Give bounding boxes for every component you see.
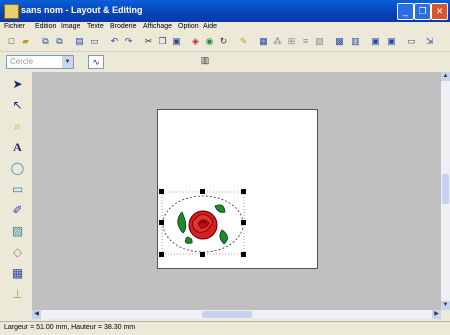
text-tool-icon[interactable]: A (8, 138, 27, 157)
horizontal-scrollbar[interactable]: ◀ ▶ (32, 310, 441, 319)
stitch-icon[interactable]: ▣ (370, 36, 381, 47)
open-icon[interactable]: ▰ (20, 36, 31, 47)
close-button[interactable]: ✕ (431, 3, 448, 20)
vertical-scroll-thumb[interactable] (442, 174, 449, 204)
select-arrow-icon[interactable]: ➤ (8, 75, 27, 94)
undo-icon[interactable]: ↶ (109, 36, 120, 47)
save-icon[interactable]: ▤ (74, 36, 85, 47)
stitch-tool-icon[interactable]: ▦ (8, 264, 27, 283)
curve-icon[interactable]: ∿ (88, 55, 104, 69)
path-tool-icon[interactable]: ✐ (8, 201, 27, 220)
status-dimensions: Largeur = 51.00 mm, Hauteur = 38.30 mm (4, 324, 136, 331)
restore-button[interactable]: ❐ (414, 3, 431, 20)
shape-combo-value: Cercle (10, 57, 34, 66)
card-icon[interactable]: ▭ (406, 36, 417, 47)
status-bar: Largeur = 51.00 mm, Hauteur = 38.30 mm (0, 321, 450, 335)
rectangle-tool-icon[interactable]: ▭ (8, 180, 27, 199)
menu-option[interactable]: Option (178, 23, 199, 30)
handle-ml[interactable] (159, 220, 164, 225)
menu-affichage[interactable]: Affichage (143, 23, 172, 30)
handle-br[interactable] (241, 252, 246, 257)
shape-combo[interactable]: Cercle ▼ (6, 55, 74, 69)
stamp-tool-icon[interactable]: ⊥ (8, 285, 27, 304)
paste2-icon[interactable]: ▣ (171, 36, 182, 47)
layout-icon[interactable]: ▥ (350, 36, 361, 47)
print-icon[interactable]: ▭ (89, 36, 100, 47)
menu-broderie[interactable]: Broderie (110, 23, 136, 30)
handle-bm[interactable] (200, 252, 205, 257)
distribute-icon[interactable]: ≡ (300, 36, 311, 47)
chevron-down-icon[interactable]: ▼ (62, 56, 73, 68)
scroll-up-icon[interactable]: ▲ (441, 72, 450, 81)
vertical-scrollbar[interactable]: ▲ ▼ (441, 72, 450, 310)
grid-icon[interactable]: ⊞ (286, 36, 297, 47)
window-title: sans nom - Layout & Editing (21, 5, 143, 15)
minimize-button[interactable]: _ (397, 3, 414, 20)
pattern-icon[interactable]: ⁂ (272, 36, 283, 47)
tool-palette: ➤ ↖ ⌕ A ◯ ▭ ✐ ▨ ◇ ▦ ⊥ (0, 72, 32, 322)
monitor-icon[interactable]: ▣ (386, 36, 397, 47)
shape-toolbar: Cercle ▼ ∿ ▥ (0, 52, 450, 70)
paste-icon[interactable]: ⧉ (54, 36, 65, 47)
magic-icon[interactable]: ✎ (238, 36, 249, 47)
handle-tr[interactable] (241, 189, 246, 194)
shape-tool-icon[interactable]: ◯ (8, 159, 27, 178)
handle-mr[interactable] (241, 220, 246, 225)
fill-tool-icon[interactable]: ▨ (8, 222, 27, 241)
horizontal-scroll-thumb[interactable] (202, 311, 252, 318)
main-toolbar: □ ▰ ⧉ ⧉ ▤ ▭ ↶ ↷ ✂ ❐ ▣ ◈ ◉ ↻ ✎ ▦ ⁂ ⊞ ≡ ▧ … (0, 33, 450, 52)
copy-icon[interactable]: ⧉ (40, 36, 51, 47)
cut-icon[interactable]: ✂ (143, 36, 154, 47)
menu-texte[interactable]: Texte (87, 23, 104, 30)
copy2-icon[interactable]: ❐ (157, 36, 168, 47)
display-icon[interactable]: ▩ (334, 36, 345, 47)
handle-tl[interactable] (159, 189, 164, 194)
menu-aide[interactable]: Aide (203, 23, 217, 30)
send-icon[interactable]: ⇲ (424, 36, 435, 47)
menu-image[interactable]: Image (61, 23, 80, 30)
selection-overlay (159, 189, 246, 257)
point-edit-icon[interactable]: ↖ (8, 96, 27, 115)
zoom-tool-icon[interactable]: ⌕ (8, 117, 27, 136)
preview-icon[interactable]: ▧ (314, 36, 325, 47)
scroll-right-icon[interactable]: ▶ (432, 310, 441, 319)
stitch-pattern-icon[interactable]: ▥ (198, 55, 212, 67)
app-icon (4, 4, 19, 19)
zoom-icon[interactable]: ◉ (204, 36, 215, 47)
title-bar[interactable]: sans nom - Layout & Editing _ ❐ ✕ (0, 0, 450, 22)
menu-bar: Fichier Edition Image Texte Broderie Aff… (0, 22, 450, 33)
menu-edition[interactable]: Edition (35, 23, 56, 30)
menu-fichier[interactable]: Fichier (4, 23, 25, 30)
handle-tm[interactable] (200, 189, 205, 194)
new-icon[interactable]: □ (6, 36, 17, 47)
refresh-icon[interactable]: ↻ (218, 36, 229, 47)
box-icon[interactable]: ▦ (258, 36, 269, 47)
handle-bl[interactable] (159, 252, 164, 257)
scroll-left-icon[interactable]: ◀ (32, 310, 41, 319)
color-icon[interactable]: ◈ (190, 36, 201, 47)
canvas-workspace[interactable] (32, 72, 441, 310)
redo-icon[interactable]: ↷ (123, 36, 134, 47)
rose-embroidery[interactable] (177, 204, 228, 245)
eraser-tool-icon[interactable]: ◇ (8, 243, 27, 262)
scroll-down-icon[interactable]: ▼ (441, 301, 450, 310)
